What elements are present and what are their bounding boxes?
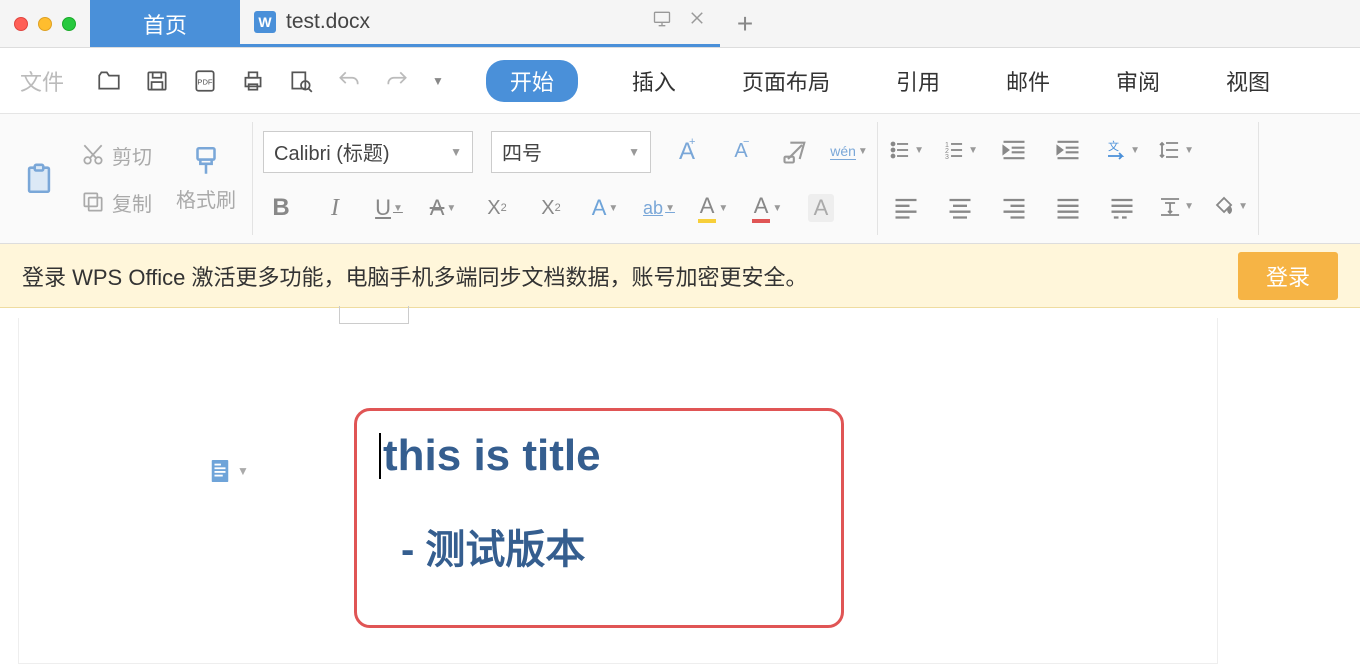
phonetic-guide-button[interactable]: wén▼	[831, 134, 867, 170]
font-group: Calibri (标题) ▼ 四号 ▼ A+ A− wén▼ B I U▼ A▼…	[253, 122, 878, 235]
window-controls	[0, 0, 90, 47]
superscript-button[interactable]: X2	[479, 190, 515, 226]
doc-filename: test.docx	[286, 10, 370, 34]
ribbon-toolbar: 剪切 复制 格式刷 Calibri (标题) ▼ 四号 ▼	[0, 114, 1360, 244]
navigation-pane-icon[interactable]: ▼	[209, 458, 249, 484]
align-center-button[interactable]	[942, 189, 978, 225]
document-page[interactable]: ▼ this is title - 测试版本	[18, 318, 1218, 664]
document-title[interactable]: this is title	[383, 431, 815, 481]
font-family-value: Calibri (标题)	[274, 137, 390, 166]
decrease-indent-button[interactable]	[996, 132, 1032, 168]
file-menu[interactable]: 文件	[20, 65, 64, 97]
bullets-button[interactable]: ▼	[888, 132, 924, 168]
underline-button[interactable]: U▼	[371, 190, 407, 226]
ribbon-tabs: 开始 插入 页面布局 引用 邮件 审阅 视图	[486, 60, 1282, 102]
tab-doc-actions	[652, 9, 706, 35]
phonetic-label: wén	[830, 143, 856, 160]
copy-label: 复制	[112, 188, 152, 217]
window-close-icon[interactable]	[14, 17, 28, 31]
text-direction-button[interactable]: 文▼	[1104, 132, 1140, 168]
ruler-tab-mark	[339, 306, 409, 324]
title-bar: 首页 W test.docx +	[0, 0, 1360, 48]
italic-button[interactable]: I	[317, 190, 353, 226]
subscript-button[interactable]: X2	[533, 190, 569, 226]
ribbon-tab-start[interactable]: 开始	[486, 60, 578, 102]
paragraph-group: ▼ 123▼ 文▼ ▼ ▼ ▼	[878, 122, 1259, 235]
font-size-select[interactable]: 四号 ▼	[491, 131, 651, 173]
document-title-text: this is title	[383, 431, 601, 480]
cut-label: 剪切	[112, 141, 152, 170]
tab-add-button[interactable]: +	[720, 0, 770, 47]
font-color-button[interactable]: A▼	[749, 190, 785, 226]
tab-home[interactable]: 首页	[90, 0, 240, 47]
open-icon[interactable]	[96, 68, 122, 94]
grow-font-button[interactable]: A+	[669, 134, 705, 170]
shading-button[interactable]: ▼	[1212, 189, 1248, 225]
cut-button[interactable]: 剪切	[80, 141, 152, 170]
clear-format-button[interactable]	[777, 134, 813, 170]
menu-bar: 文件 PDF ▼ 开始 插入 页面布局 引用 邮件 审阅 视图	[0, 48, 1360, 114]
align-left-button[interactable]	[888, 189, 924, 225]
svg-text:3: 3	[945, 154, 949, 161]
text-effect-button[interactable]: A▼	[587, 190, 623, 226]
line-spacing-button[interactable]: ▼	[1158, 132, 1194, 168]
ribbon-tab-review[interactable]: 审阅	[1104, 61, 1172, 101]
ribbon-tab-mail[interactable]: 邮件	[994, 61, 1062, 101]
doc-type-icon: W	[254, 11, 276, 33]
shrink-font-button[interactable]: A−	[723, 134, 759, 170]
char-border-button[interactable]: ab▼	[641, 190, 677, 226]
document-area: ▼ this is title - 测试版本	[0, 308, 1360, 664]
undo-icon[interactable]	[336, 68, 362, 94]
highlight-button[interactable]: A▼	[695, 190, 731, 226]
font-size-value: 四号	[502, 137, 542, 166]
banner-text: 登录 WPS Office 激活更多功能，电脑手机多端同步文档数据，账号加密更安…	[22, 260, 808, 292]
ribbon-tab-reference[interactable]: 引用	[884, 61, 952, 101]
distribute-button[interactable]	[1104, 189, 1140, 225]
svg-text:PDF: PDF	[197, 77, 213, 86]
chevron-down-icon: ▼	[237, 464, 249, 478]
tab-close-icon[interactable]	[688, 9, 706, 35]
char-shading-button[interactable]: A	[803, 190, 839, 226]
print-icon[interactable]	[240, 68, 266, 94]
window-zoom-icon[interactable]	[62, 17, 76, 31]
format-painter-label: 格式刷	[176, 184, 236, 213]
increase-indent-button[interactable]	[1050, 132, 1086, 168]
numbering-button[interactable]: 123▼	[942, 132, 978, 168]
format-painter-button[interactable]: 格式刷	[170, 144, 242, 213]
align-right-button[interactable]	[996, 189, 1032, 225]
login-button[interactable]: 登录	[1238, 252, 1338, 300]
tab-document[interactable]: W test.docx	[240, 0, 720, 47]
vertical-align-button[interactable]: ▼	[1158, 189, 1194, 225]
ribbon-tab-insert[interactable]: 插入	[620, 61, 688, 101]
pdf-icon[interactable]: PDF	[192, 68, 218, 94]
window-minimize-icon[interactable]	[38, 17, 52, 31]
print-preview-icon[interactable]	[288, 68, 314, 94]
copy-button[interactable]: 复制	[80, 188, 152, 217]
document-subtitle[interactable]: - 测试版本	[383, 517, 815, 575]
quick-access-dropdown[interactable]: ▼	[432, 74, 444, 88]
save-icon[interactable]	[144, 68, 170, 94]
present-icon[interactable]	[652, 9, 672, 35]
chevron-down-icon: ▼	[628, 145, 640, 159]
svg-text:文: 文	[1108, 139, 1119, 153]
bold-button[interactable]: B	[263, 190, 299, 226]
font-family-select[interactable]: Calibri (标题) ▼	[263, 131, 473, 173]
login-banner: 登录 WPS Office 激活更多功能，电脑手机多端同步文档数据，账号加密更安…	[0, 244, 1360, 308]
chevron-down-icon: ▼	[450, 145, 462, 159]
paste-button[interactable]	[16, 162, 62, 196]
align-justify-button[interactable]	[1050, 189, 1086, 225]
text-cursor	[379, 433, 381, 479]
ribbon-tab-view[interactable]: 视图	[1214, 61, 1282, 101]
clipboard-group: 剪切 复制 格式刷	[6, 122, 253, 235]
annotation-highlight-box: this is title - 测试版本	[354, 408, 844, 628]
redo-icon[interactable]	[384, 68, 410, 94]
strikethrough-button[interactable]: A▼	[425, 190, 461, 226]
ribbon-tab-layout[interactable]: 页面布局	[730, 61, 842, 101]
